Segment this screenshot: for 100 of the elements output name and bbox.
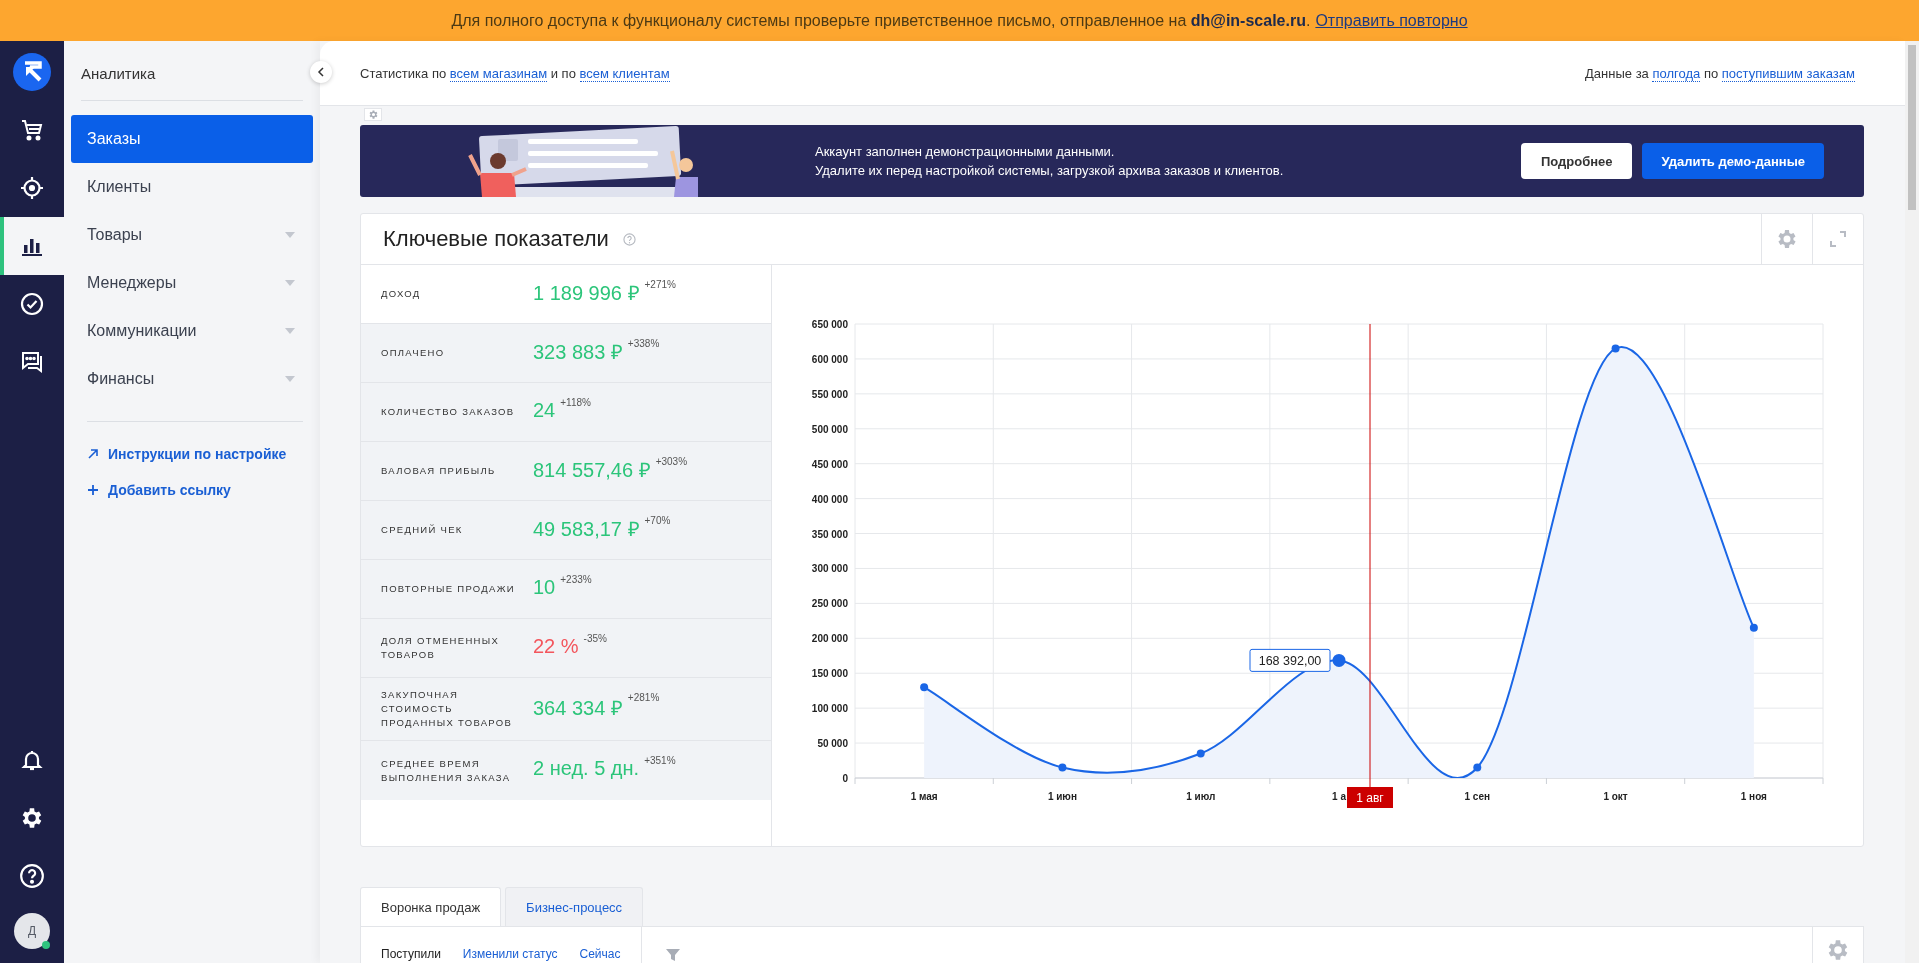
metric-change: +281%	[627, 692, 660, 703]
metric-value: 22 %	[533, 634, 579, 658]
y-axis-label: 550 000	[811, 388, 848, 400]
notice-text: Для полного доступа к функционалу системы проверьте приветственное письмо, отправленное на dh@in-scale.ru.	[451, 11, 1311, 30]
more-info-button[interactable]: Подробнее	[1520, 143, 1633, 179]
x-axis-label: 1 июн	[1047, 791, 1077, 802]
banner-message: Аккаунт заполнен демонстрационными данными. Удалите их перед настройкой системы, загрузкой архива заказов и клиентов.	[815, 143, 1285, 180]
metric-row[interactable]: ОПЛАЧЕНО 323 883 ₽ +338%	[361, 324, 771, 383]
bell-icon	[20, 748, 44, 772]
user-avatar[interactable]: Д	[14, 913, 50, 949]
metric-label: ОПЛАЧЕНО	[381, 346, 446, 360]
help-icon	[19, 863, 45, 889]
logo[interactable]	[13, 53, 51, 91]
metric-label: КОЛИЧЕСТВО ЗАКАЗОВ	[381, 405, 516, 419]
y-axis-label: 200 000	[811, 633, 848, 645]
metric-value: 814 557,46 ₽	[533, 457, 651, 483]
x-axis-label: 1 а	[1332, 791, 1346, 802]
metric-change: +70%	[644, 515, 671, 526]
metric-label: ДОХОД	[381, 287, 422, 301]
metric-label: ЗАКУПОЧНАЯ СТОИМОСТЬ ПРОДАННЫХ ТОВАРОВ	[381, 688, 514, 730]
sidebar-item[interactable]: Финансы	[71, 355, 313, 403]
check-circle-icon	[20, 292, 44, 316]
card-title: Ключевые показатели	[383, 226, 609, 252]
sidebar-item[interactable]: Коммуникации	[71, 307, 313, 355]
resend-link[interactable]: Отправить повторно	[1315, 11, 1468, 30]
y-axis-label: 150 000	[811, 668, 848, 680]
value-tooltip: 168 392,00	[1249, 648, 1331, 672]
chat-icon	[20, 350, 44, 374]
metric-row[interactable]: СРЕДНЕЕ ВРЕМЯ ВЫПОЛНЕНИЯ ЗАКАЗА 2 нед. 5 дн. +351%	[361, 741, 771, 800]
x-axis-label: 1 июл	[1186, 791, 1216, 802]
sidebar-link[interactable]: Добавить ссылку	[71, 472, 313, 508]
y-axis-label: 50 000	[817, 738, 848, 750]
metric-row[interactable]: КОЛИЧЕСТВО ЗАКАЗОВ 24 +118%	[361, 383, 771, 442]
y-axis-label: 100 000	[811, 703, 848, 715]
metric-value: 10	[533, 575, 556, 599]
metric-change: +303%	[655, 456, 688, 467]
settings-icon	[367, 109, 379, 120]
x-axis-label: 1 ноя	[1740, 791, 1767, 802]
metric-change: +271%	[644, 279, 676, 290]
scope-link[interactable]: всем клиентам	[579, 65, 670, 82]
y-axis-label: 500 000	[811, 423, 848, 435]
filter-link[interactable]: Сейчас	[579, 947, 621, 963]
sidebar-item[interactable]: Товары	[71, 211, 313, 259]
metric-row[interactable]: ЗАКУПОЧНАЯ СТОИМОСТЬ ПРОДАННЫХ ТОВАРОВ 364 334 ₽ +281%	[361, 678, 771, 741]
metric-row[interactable]: ДОЛЯ ОТМЕНЕННЫХ ТОВАРОВ 22 % -35%	[361, 619, 771, 678]
metric-row[interactable]: СРЕДНИЙ ЧЕК 49 583,17 ₽ +70%	[361, 501, 771, 560]
metric-row[interactable]: ПОВТОРНЫЕ ПРОДАЖИ 10 +233%	[361, 560, 771, 619]
y-axis-label: 350 000	[811, 528, 848, 540]
cart-icon	[20, 118, 44, 142]
metric-label: ВАЛОВАЯ ПРИБЫЛЬ	[381, 464, 497, 478]
data-point	[920, 683, 929, 692]
y-axis-label: 0	[842, 773, 848, 784]
y-axis-label: 600 000	[811, 353, 848, 365]
analytics-nav-button[interactable]	[0, 217, 64, 275]
y-axis-label: 300 000	[811, 563, 848, 575]
metric-value: 364 334 ₽	[533, 695, 623, 721]
funnel-icon	[665, 948, 680, 962]
y-axis-label: 400 000	[811, 493, 848, 505]
period-link[interactable]: поступившим заказам	[1721, 65, 1855, 82]
metric-row[interactable]: ВАЛОВАЯ ПРИБЫЛЬ 814 557,46 ₽ +303%	[361, 442, 771, 501]
plus-icon	[87, 484, 99, 496]
data-point	[1749, 623, 1758, 632]
metric-change: +118%	[560, 397, 591, 408]
arrow-icon	[87, 448, 99, 460]
scrollbar[interactable]	[1905, 41, 1919, 963]
sidebar-item[interactable]: Менеджеры	[71, 259, 313, 307]
tab[interactable]: Воронка продаж	[360, 887, 502, 926]
stats-scope-text: Статистика по всем магазинам и по всем клиентам	[360, 65, 670, 81]
data-point	[1196, 749, 1205, 758]
cursor-date-label: 1 авг	[1347, 787, 1393, 808]
metric-change: +351%	[644, 755, 676, 766]
data-point	[1058, 763, 1067, 772]
metric-change: +338%	[627, 338, 660, 349]
metric-change: -35%	[583, 633, 607, 644]
data-point	[1332, 653, 1346, 667]
chevron-icon	[317, 67, 325, 77]
sidebar-item[interactable]: Клиенты	[71, 163, 313, 211]
x-axis-label: 1 окт	[1603, 791, 1628, 802]
x-axis-label: 1 сен	[1464, 791, 1491, 802]
metric-label: СРЕДНЕЕ ВРЕМЯ ВЫПОЛНЕНИЯ ЗАКАЗА	[381, 756, 512, 785]
metric-label: СРЕДНИЙ ЧЕК	[381, 523, 464, 537]
metric-change: +233%	[560, 574, 592, 585]
period-link[interactable]: полгода	[1652, 65, 1701, 82]
filter-link[interactable]: Изменили статус	[462, 947, 558, 963]
delete-demo-data-button[interactable]: Удалить демо-данные	[1642, 143, 1824, 179]
metric-value: 49 583,17 ₽	[533, 516, 640, 542]
y-axis-label: 450 000	[811, 458, 848, 470]
y-axis-label: 250 000	[811, 598, 848, 610]
scope-link[interactable]: всем магазинам	[449, 65, 548, 82]
x-axis-label: 1 мая	[910, 791, 938, 802]
filter-link[interactable]: Поступили	[381, 947, 441, 963]
data-point	[1473, 763, 1482, 772]
sidebar-link[interactable]: Инструкции по настройке	[71, 436, 313, 472]
y-axis-label: 650 000	[811, 319, 848, 330]
metric-label: ПОВТОРНЫЕ ПРОДАЖИ	[381, 582, 516, 596]
scrollbar-thumb[interactable]	[1908, 45, 1916, 210]
sidebar-item[interactable]: Заказы	[71, 115, 313, 163]
data-point	[1611, 344, 1620, 353]
tab[interactable]: Бизнес-процесс	[505, 887, 644, 926]
target-icon	[20, 176, 44, 200]
